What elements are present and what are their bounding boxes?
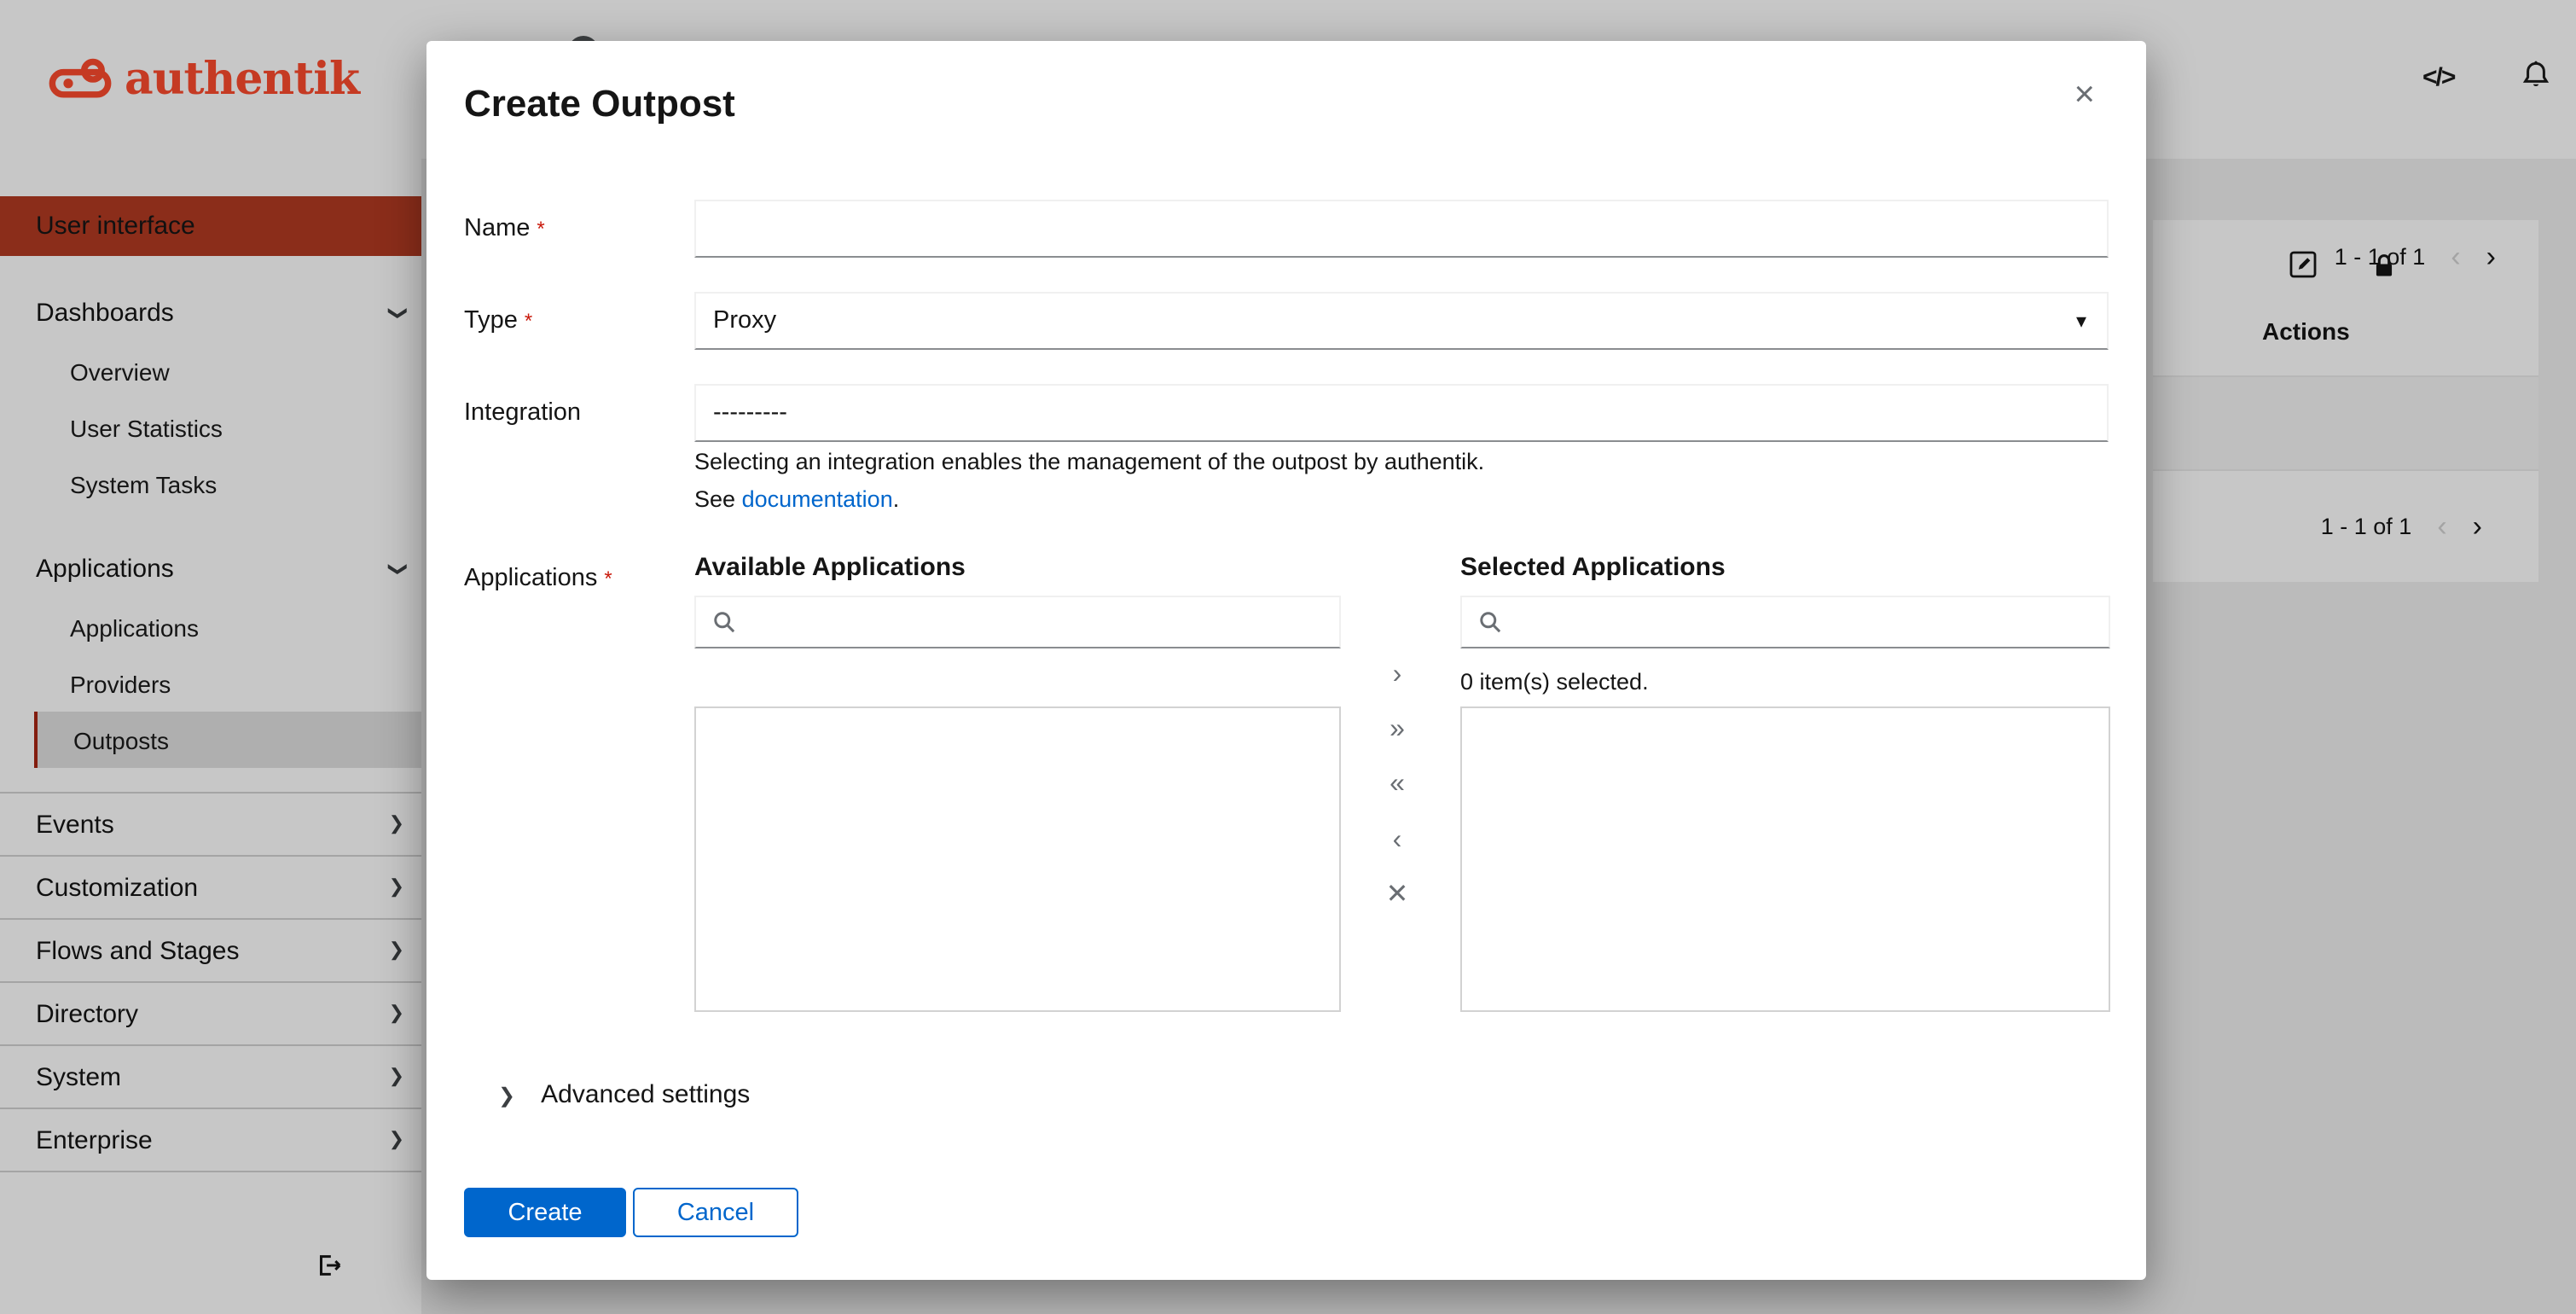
selected-applications-title: Selected Applications xyxy=(1460,553,1726,582)
selected-count-text: 0 item(s) selected. xyxy=(1460,669,1649,695)
integration-help-text: Selecting an integration enables the man… xyxy=(694,449,1485,474)
advanced-settings-toggle[interactable]: ❯ Advanced settings xyxy=(498,1080,750,1109)
documentation-link[interactable]: documentation xyxy=(742,486,893,512)
transfer-add-icon[interactable]: › xyxy=(1368,654,1426,698)
required-mark: * xyxy=(604,567,612,590)
selected-search-input[interactable] xyxy=(1513,599,2102,645)
available-applications-list[interactable] xyxy=(694,706,1341,1012)
search-icon xyxy=(1480,612,1501,633)
app-root: </> 1 - 1 of 1 ‹ › Actions 1 - 1 of 1 ‹ … xyxy=(0,0,2576,1314)
type-select-value: Proxy xyxy=(713,307,777,334)
transfer-remove-all-icon[interactable]: « xyxy=(1368,763,1426,807)
cancel-button[interactable]: Cancel xyxy=(633,1188,798,1237)
integration-help-line2: See documentation. xyxy=(694,486,900,512)
transfer-add-all-icon[interactable]: » xyxy=(1368,708,1426,753)
create-button[interactable]: Create xyxy=(464,1188,626,1237)
required-mark: * xyxy=(537,217,545,241)
type-label: Type * xyxy=(464,307,533,334)
selected-applications-list[interactable] xyxy=(1460,706,2110,1012)
type-select[interactable]: Proxy ▾ xyxy=(694,292,2109,350)
close-icon[interactable]: × xyxy=(2063,72,2105,119)
modal-title: Create Outpost xyxy=(464,82,735,125)
required-mark: * xyxy=(524,309,533,333)
name-field[interactable] xyxy=(694,200,2109,258)
available-search-input[interactable] xyxy=(747,599,1332,645)
available-applications-title: Available Applications xyxy=(694,553,966,582)
integration-label: Integration xyxy=(464,399,582,427)
transfer-clear-icon[interactable]: ✕ xyxy=(1368,874,1426,918)
search-icon xyxy=(714,612,735,633)
caret-down-icon: ▾ xyxy=(2075,309,2086,333)
transfer-remove-icon[interactable]: ‹ xyxy=(1368,819,1426,863)
applications-label: Applications * xyxy=(464,565,612,592)
chevron-right-icon: ❯ xyxy=(498,1083,516,1107)
name-label: Name * xyxy=(464,215,545,242)
integration-select[interactable]: --------- xyxy=(694,384,2109,442)
available-search xyxy=(694,596,1341,648)
integration-select-value: --------- xyxy=(713,399,787,427)
selected-search xyxy=(1460,596,2110,648)
create-outpost-modal: Create Outpost × Name * Type * Proxy ▾ Int… xyxy=(426,41,2146,1280)
advanced-settings-label: Advanced settings xyxy=(541,1080,751,1109)
